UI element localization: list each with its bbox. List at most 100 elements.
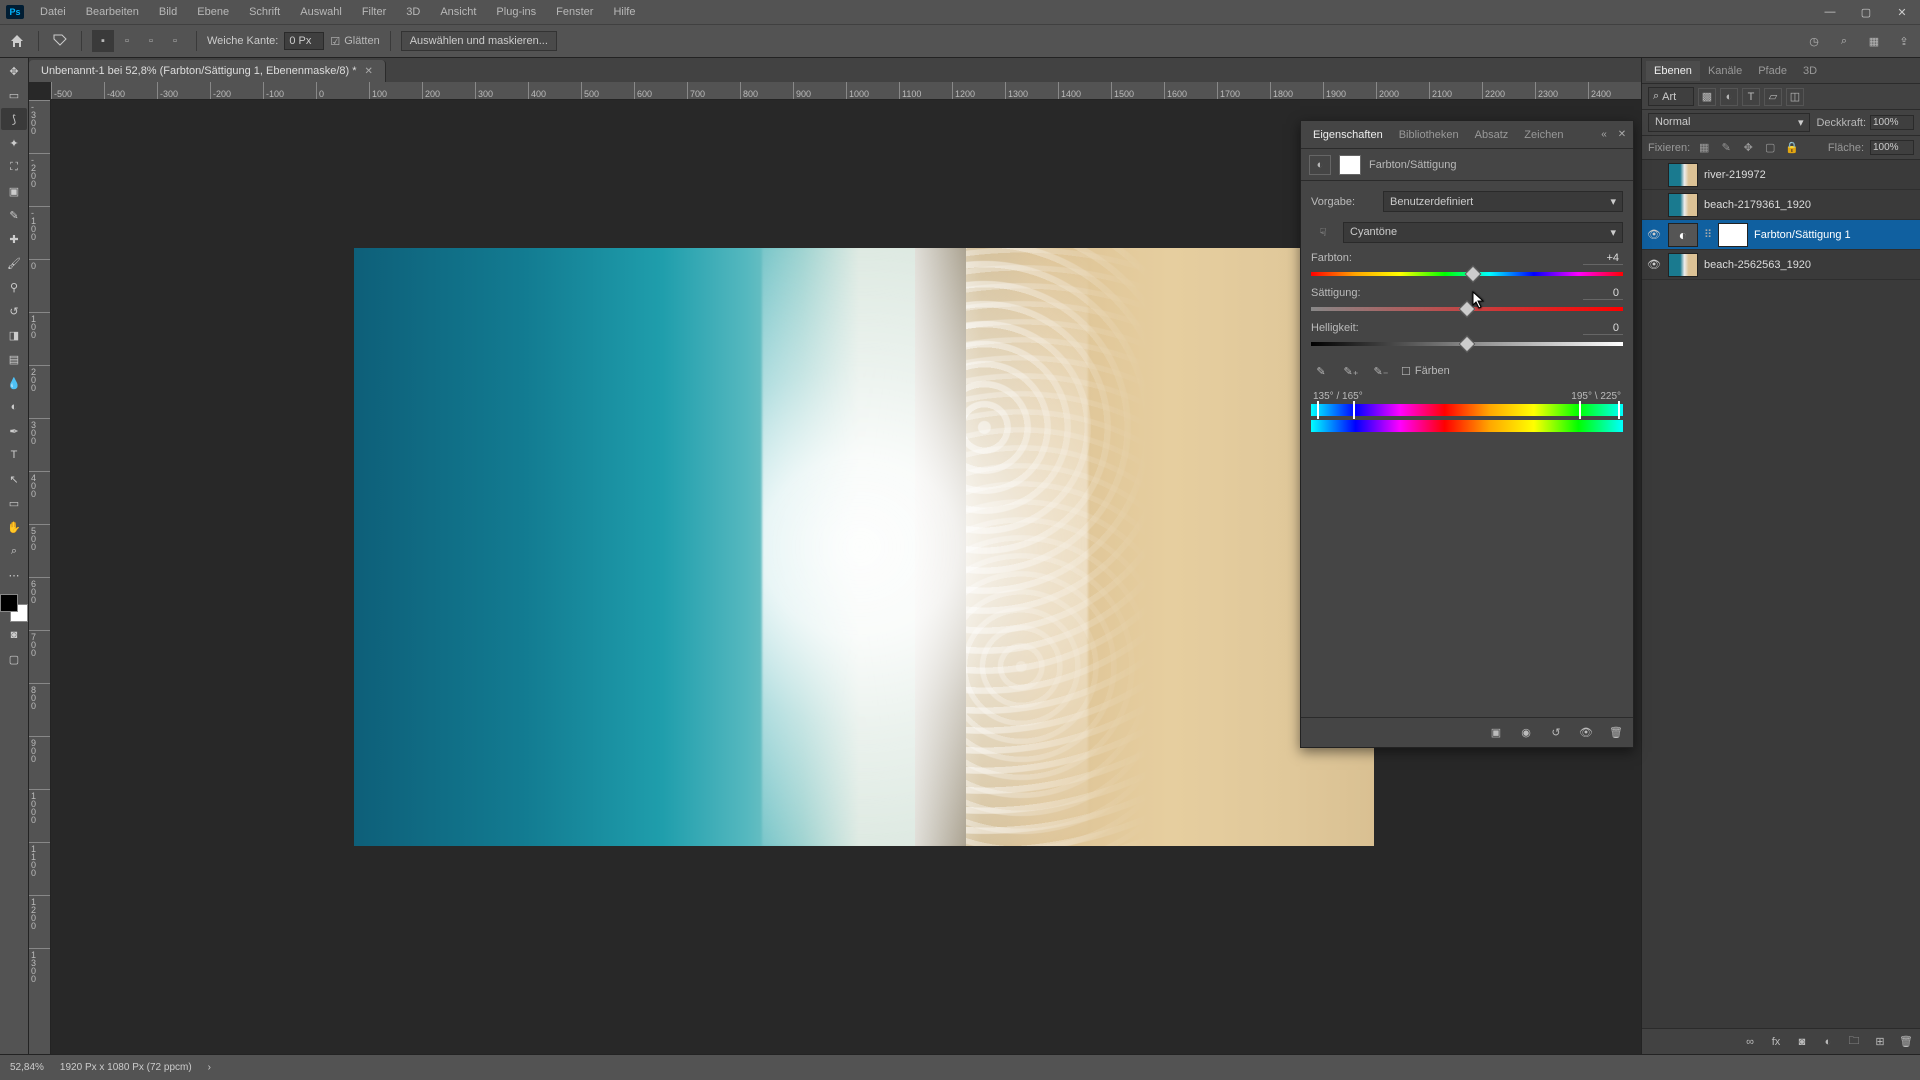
menu-3d[interactable]: 3D	[396, 2, 430, 22]
tab-character[interactable]: Zeichen	[1516, 125, 1571, 145]
lock-all-icon[interactable]: 🔒	[1784, 140, 1800, 156]
frame-tool[interactable]: ▣	[1, 180, 27, 202]
marquee-tool[interactable]: ▭	[1, 84, 27, 106]
saturation-slider[interactable]	[1311, 304, 1623, 314]
sel-add-button[interactable]: ▫	[116, 30, 138, 52]
preset-dropdown[interactable]: Benutzerdefiniert▾	[1383, 191, 1623, 212]
visibility-icon[interactable]	[1646, 167, 1662, 183]
delete-adj-icon[interactable]: 🗑	[1607, 724, 1625, 742]
doc-dims[interactable]: 1920 Px x 1080 Px (72 ppcm)	[60, 1062, 192, 1073]
sel-new-button[interactable]: ▪	[92, 30, 114, 52]
lock-move-icon[interactable]: ✥	[1740, 140, 1756, 156]
menu-file[interactable]: Datei	[30, 2, 76, 22]
blur-tool[interactable]: 💧	[1, 372, 27, 394]
layer-row[interactable]: 👁◐⠿Farbton/Sättigung 1	[1642, 220, 1920, 250]
eyedropper-sub-icon[interactable]: ✎₋	[1371, 361, 1391, 381]
layer-row[interactable]: 👁beach-2562563_1920	[1642, 250, 1920, 280]
lasso-tool[interactable]: ⟆	[1, 108, 27, 130]
tool-preset-icon[interactable]	[49, 30, 71, 52]
filter-smart-icon[interactable]: ◫	[1786, 88, 1804, 106]
tab-paragraph[interactable]: Absatz	[1467, 125, 1517, 145]
horizontal-ruler[interactable]: -500-400-300-200-10001002003004005006007…	[51, 82, 1641, 100]
menu-window[interactable]: Fenster	[546, 2, 603, 22]
select-and-mask-button[interactable]: Auswählen und maskieren...	[401, 31, 557, 51]
filter-kind-dropdown[interactable]: ⌕ Art	[1648, 87, 1694, 106]
type-tool[interactable]: T	[1, 444, 27, 466]
crop-tool[interactable]: ⛶	[1, 156, 27, 178]
lightness-value[interactable]: 0	[1583, 322, 1623, 335]
menu-filter[interactable]: Filter	[352, 2, 396, 22]
sel-subtract-button[interactable]: ▫	[140, 30, 162, 52]
dodge-tool[interactable]: ◐	[1, 396, 27, 418]
search-icon[interactable]: ⌕	[1834, 31, 1854, 51]
filter-pixel-icon[interactable]: ▩	[1698, 88, 1716, 106]
vertical-ruler[interactable]: -300-200-1000100200300400500600700800900…	[29, 100, 51, 1054]
quickmask-button[interactable]: ◙	[1, 624, 27, 646]
panel-collapse-icon[interactable]: «	[1597, 128, 1611, 142]
targeted-adjust-icon[interactable]: ☟	[1311, 220, 1335, 244]
menu-plugins[interactable]: Plug-ins	[486, 2, 546, 22]
link-layers-icon[interactable]: ∞	[1742, 1034, 1758, 1050]
minimize-button[interactable]: —	[1812, 0, 1848, 24]
menu-select[interactable]: Auswahl	[290, 2, 352, 22]
tab-channels[interactable]: Kanäle	[1700, 61, 1750, 81]
filter-adj-icon[interactable]: ◐	[1720, 88, 1738, 106]
path-select-tool[interactable]: ↖	[1, 468, 27, 490]
move-tool[interactable]: ✥	[1, 60, 27, 82]
panel-close-icon[interactable]: ✕	[1615, 128, 1629, 142]
cloud-docs-icon[interactable]: ◷	[1804, 31, 1824, 51]
tab-layers[interactable]: Ebenen	[1646, 61, 1700, 81]
hue-range-strip[interactable]	[1311, 404, 1623, 416]
colorize-check[interactable]: ☐Färben	[1401, 365, 1450, 378]
feather-input[interactable]	[284, 32, 324, 50]
opacity-input[interactable]	[1870, 115, 1914, 130]
fill-input[interactable]	[1870, 140, 1914, 155]
layer-row[interactable]: beach-2179361_1920	[1642, 190, 1920, 220]
heal-tool[interactable]: ✚	[1, 228, 27, 250]
menu-view[interactable]: Ansicht	[430, 2, 486, 22]
mask-icon[interactable]: ◙	[1794, 1034, 1810, 1050]
visibility-icon[interactable]	[1646, 197, 1662, 213]
layer-name[interactable]: beach-2562563_1920	[1704, 259, 1811, 271]
history-brush-tool[interactable]: ↺	[1, 300, 27, 322]
menu-image[interactable]: Bild	[149, 2, 187, 22]
channel-dropdown[interactable]: Cyantöne▾	[1343, 222, 1623, 243]
doc-tab[interactable]: Unbenannt-1 bei 52,8% (Farbton/Sättigung…	[29, 60, 386, 82]
eyedropper-icon[interactable]: ✎	[1311, 361, 1331, 381]
hue-value[interactable]: +4	[1583, 252, 1623, 265]
tab-paths[interactable]: Pfade	[1750, 61, 1795, 81]
share-icon[interactable]: ⇪	[1894, 31, 1914, 51]
brush-tool[interactable]: 🖌	[1, 252, 27, 274]
toggle-vis-icon[interactable]: 👁	[1577, 724, 1595, 742]
delete-layer-icon[interactable]: 🗑	[1898, 1034, 1914, 1050]
tab-properties[interactable]: Eigenschaften	[1305, 125, 1391, 145]
zoom-tool[interactable]: ⌕	[1, 540, 27, 562]
tab-3d[interactable]: 3D	[1795, 61, 1825, 81]
antialias-check[interactable]: ☑Glätten	[330, 35, 379, 48]
menu-type[interactable]: Schrift	[239, 2, 290, 22]
mask-thumb-icon[interactable]	[1339, 155, 1361, 175]
reset-icon[interactable]: ↺	[1547, 724, 1565, 742]
sel-intersect-button[interactable]: ▫	[164, 30, 186, 52]
new-layer-icon[interactable]: ⊞	[1872, 1034, 1888, 1050]
menu-layer[interactable]: Ebene	[187, 2, 239, 22]
layer-name[interactable]: Farbton/Sättigung 1	[1754, 229, 1851, 241]
home-button[interactable]	[6, 30, 28, 52]
stamp-tool[interactable]: ⚲	[1, 276, 27, 298]
menu-edit[interactable]: Bearbeiten	[76, 2, 149, 22]
close-button[interactable]: ✕	[1884, 0, 1920, 24]
clip-icon[interactable]: ▣	[1487, 724, 1505, 742]
fx-icon[interactable]: fx	[1768, 1034, 1784, 1050]
saturation-value[interactable]: 0	[1583, 287, 1623, 300]
visibility-icon[interactable]: 👁	[1646, 227, 1662, 243]
layer-row[interactable]: river-219972	[1642, 160, 1920, 190]
eyedropper-add-icon[interactable]: ✎₊	[1341, 361, 1361, 381]
pen-tool[interactable]: ✒	[1, 420, 27, 442]
link-icon[interactable]: ⠿	[1704, 228, 1712, 241]
workspace-icon[interactable]: ▦	[1864, 31, 1884, 51]
adj-layer-icon[interactable]: ◐	[1820, 1034, 1836, 1050]
maximize-button[interactable]: ▢	[1848, 0, 1884, 24]
shape-tool[interactable]: ▭	[1, 492, 27, 514]
eraser-tool[interactable]: ◨	[1, 324, 27, 346]
layer-name[interactable]: beach-2179361_1920	[1704, 199, 1811, 211]
